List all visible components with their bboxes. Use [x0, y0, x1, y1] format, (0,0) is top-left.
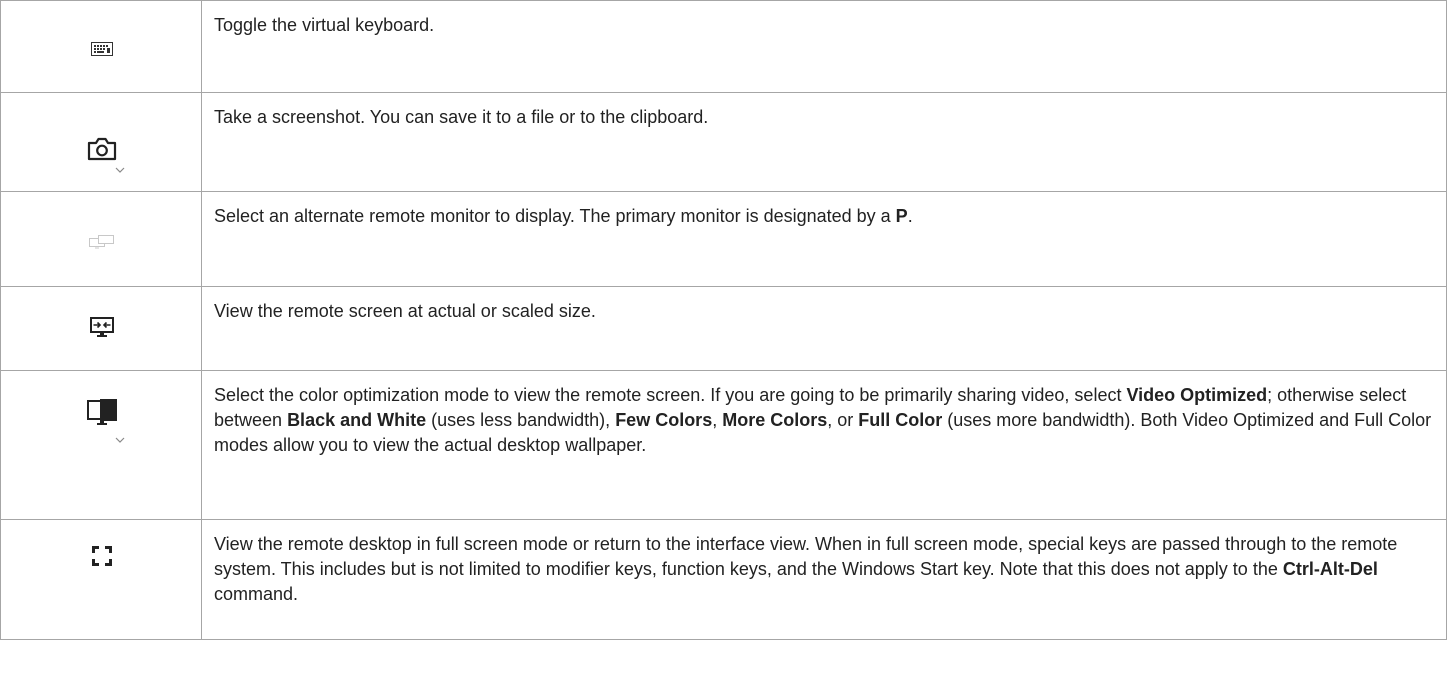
fullscreen-icon[interactable] — [92, 546, 112, 566]
bold-term: Ctrl-Alt-Del — [1282, 559, 1378, 579]
table-row: Toggle the virtual keyboard. — [0, 0, 1447, 93]
description-text: Toggle the virtual keyboard. — [214, 15, 435, 35]
table-row: Select an alternate remote monitor to di… — [0, 191, 1447, 287]
description-text: Take a screenshot. You can save it to a … — [214, 107, 709, 127]
table-row: View the remote desktop in full screen m… — [0, 519, 1447, 640]
icon-cell — [0, 370, 202, 520]
bold-term: More Colors — [722, 410, 828, 430]
description-text: . — [907, 206, 913, 226]
description-cell: Toggle the virtual keyboard. — [201, 0, 1447, 93]
chevron-down-icon[interactable] — [115, 437, 125, 443]
camera-icon[interactable] — [87, 135, 117, 161]
bold-term: Few Colors — [615, 410, 713, 430]
description-text: command. — [214, 584, 299, 604]
description-text: View the remote screen at actual or scal… — [214, 301, 596, 321]
description-text: (uses less bandwidth), — [426, 410, 616, 430]
monitors-icon[interactable] — [89, 235, 115, 249]
description-cell: Select an alternate remote monitor to di… — [201, 191, 1447, 287]
description-cell: View the remote desktop in full screen m… — [201, 519, 1447, 640]
bold-term: Video Optimized — [1126, 385, 1268, 405]
bold-term: Black and White — [287, 410, 427, 430]
description-text: View the remote desktop in full screen m… — [214, 534, 1398, 579]
feature-table: Toggle the virtual keyboard. Take a scre… — [0, 0, 1447, 640]
description-text: Select an alternate remote monitor to di… — [214, 206, 896, 226]
keyboard-icon[interactable] — [91, 42, 113, 56]
icon-cell — [0, 0, 202, 93]
description-cell: View the remote screen at actual or scal… — [201, 286, 1447, 371]
bold-term: P — [895, 206, 908, 226]
icon-cell — [0, 286, 202, 371]
icon-cell — [0, 92, 202, 192]
table-row: View the remote screen at actual or scal… — [0, 286, 1447, 371]
icon-cell — [0, 191, 202, 287]
description-cell: Select the color optimization mode to vi… — [201, 370, 1447, 520]
chevron-down-icon[interactable] — [115, 167, 125, 173]
scale-screen-icon[interactable] — [90, 317, 114, 337]
table-row: Take a screenshot. You can save it to a … — [0, 92, 1447, 192]
bold-term: Full Color — [858, 410, 943, 430]
description-text: , or — [827, 410, 859, 430]
icon-cell — [0, 519, 202, 640]
color-mode-icon[interactable] — [87, 399, 117, 426]
description-cell: Take a screenshot. You can save it to a … — [201, 92, 1447, 192]
table-row: Select the color optimization mode to vi… — [0, 370, 1447, 520]
description-text: , — [712, 410, 723, 430]
description-text: Select the color optimization mode to vi… — [214, 385, 1127, 405]
